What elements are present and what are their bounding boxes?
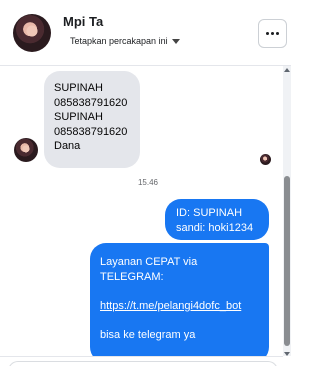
chat-header: Mpi Ta Tetapkan percakapan ini bbox=[0, 0, 291, 66]
message-list[interactable]: SUPINAH 085838791620 SUPINAH 08583879162… bbox=[0, 66, 281, 358]
pin-conversation-label: Tetapkan percakapan ini bbox=[70, 36, 168, 46]
more-dot bbox=[271, 32, 274, 35]
more-horizontal-icon bbox=[266, 32, 269, 35]
message-composer[interactable] bbox=[0, 356, 283, 366]
more-dot bbox=[276, 32, 279, 35]
outgoing-message-bubble[interactable]: Layanan CEPAT via TELEGRAM: https://t.me… bbox=[90, 243, 269, 358]
message-line: sandi: hoki1234 bbox=[176, 221, 254, 234]
message-line: bisa ke telegram ya bbox=[100, 328, 196, 341]
message-input[interactable] bbox=[8, 361, 278, 366]
outgoing-message-bubble[interactable]: ID: SUPINAH sandi: hoki1234 bbox=[165, 199, 269, 240]
contact-name[interactable]: Mpi Ta bbox=[63, 14, 103, 29]
pin-conversation-dropdown[interactable]: Tetapkan percakapan ini bbox=[70, 36, 180, 46]
message-line: ID: SUPINAH bbox=[176, 207, 243, 219]
telegram-link[interactable]: https://t.me/pelangi4dofc_bot bbox=[100, 299, 259, 314]
message-timestamp: 15.46 bbox=[137, 178, 159, 187]
message-line: Dana bbox=[54, 140, 81, 153]
scroll-down-icon[interactable] bbox=[284, 352, 290, 356]
incoming-message-bubble[interactable]: SUPINAH 085838791620 SUPINAH 08583879162… bbox=[44, 71, 140, 168]
message-line: 085838791620 bbox=[54, 125, 128, 138]
message-line: TELEGRAM: bbox=[100, 270, 164, 283]
message-line: Layanan CEPAT via bbox=[100, 256, 198, 268]
message-line: SUPINAH bbox=[54, 82, 103, 94]
sender-avatar[interactable] bbox=[14, 138, 38, 162]
more-options-button[interactable] bbox=[258, 19, 287, 48]
seen-receipt-avatar bbox=[260, 154, 271, 165]
scrollbar-thumb[interactable] bbox=[284, 176, 290, 346]
message-line: 085838791620 bbox=[54, 96, 128, 109]
scroll-up-icon[interactable] bbox=[284, 68, 290, 72]
message-line: SUPINAH bbox=[54, 111, 103, 124]
chat-window: Mpi Ta Tetapkan percakapan ini SUPINAH 0… bbox=[0, 0, 291, 366]
caret-down-icon bbox=[171, 38, 180, 44]
contact-avatar[interactable] bbox=[13, 14, 51, 52]
